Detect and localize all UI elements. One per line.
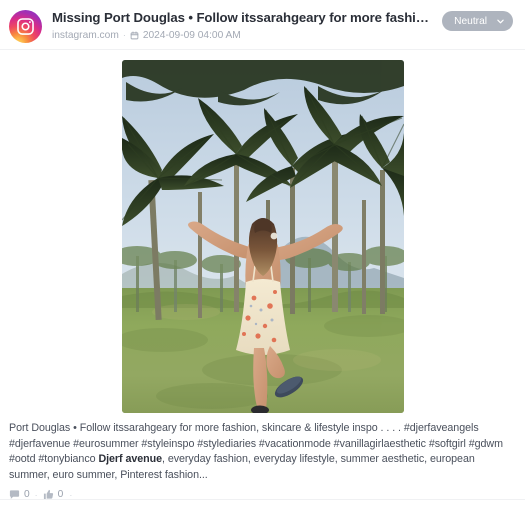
social-post-card: Missing Port Douglas • Follow itssarahge… — [0, 0, 525, 500]
instagram-icon — [9, 10, 42, 43]
post-header-text: Missing Port Douglas • Follow itssarahge… — [52, 9, 432, 42]
sentiment-dropdown[interactable]: Neutral — [442, 11, 513, 31]
post-timestamp: 2024-09-09 04:00 AM — [142, 30, 241, 41]
post-source[interactable]: instagram.com — [52, 29, 119, 42]
meta-separator: · — [122, 30, 126, 40]
post-meta: instagram.com · 2024-09-09 04:00 AM — [52, 29, 432, 42]
sentiment-label: Neutral — [454, 15, 487, 27]
post-stats: 0 · 0 · — [0, 483, 525, 509]
post-title: Missing Port Douglas • Follow itssarahge… — [52, 10, 433, 25]
post-media-container — [0, 50, 525, 413]
chevron-down-icon — [496, 17, 505, 26]
post-body-text: Port Douglas • Follow itssarahgeary for … — [0, 413, 525, 483]
post-image[interactable] — [121, 60, 404, 413]
calendar-icon — [130, 31, 139, 40]
post-body-brand: Djerf avenue — [98, 453, 162, 466]
post-header: Missing Port Douglas • Follow itssarahge… — [0, 0, 525, 50]
